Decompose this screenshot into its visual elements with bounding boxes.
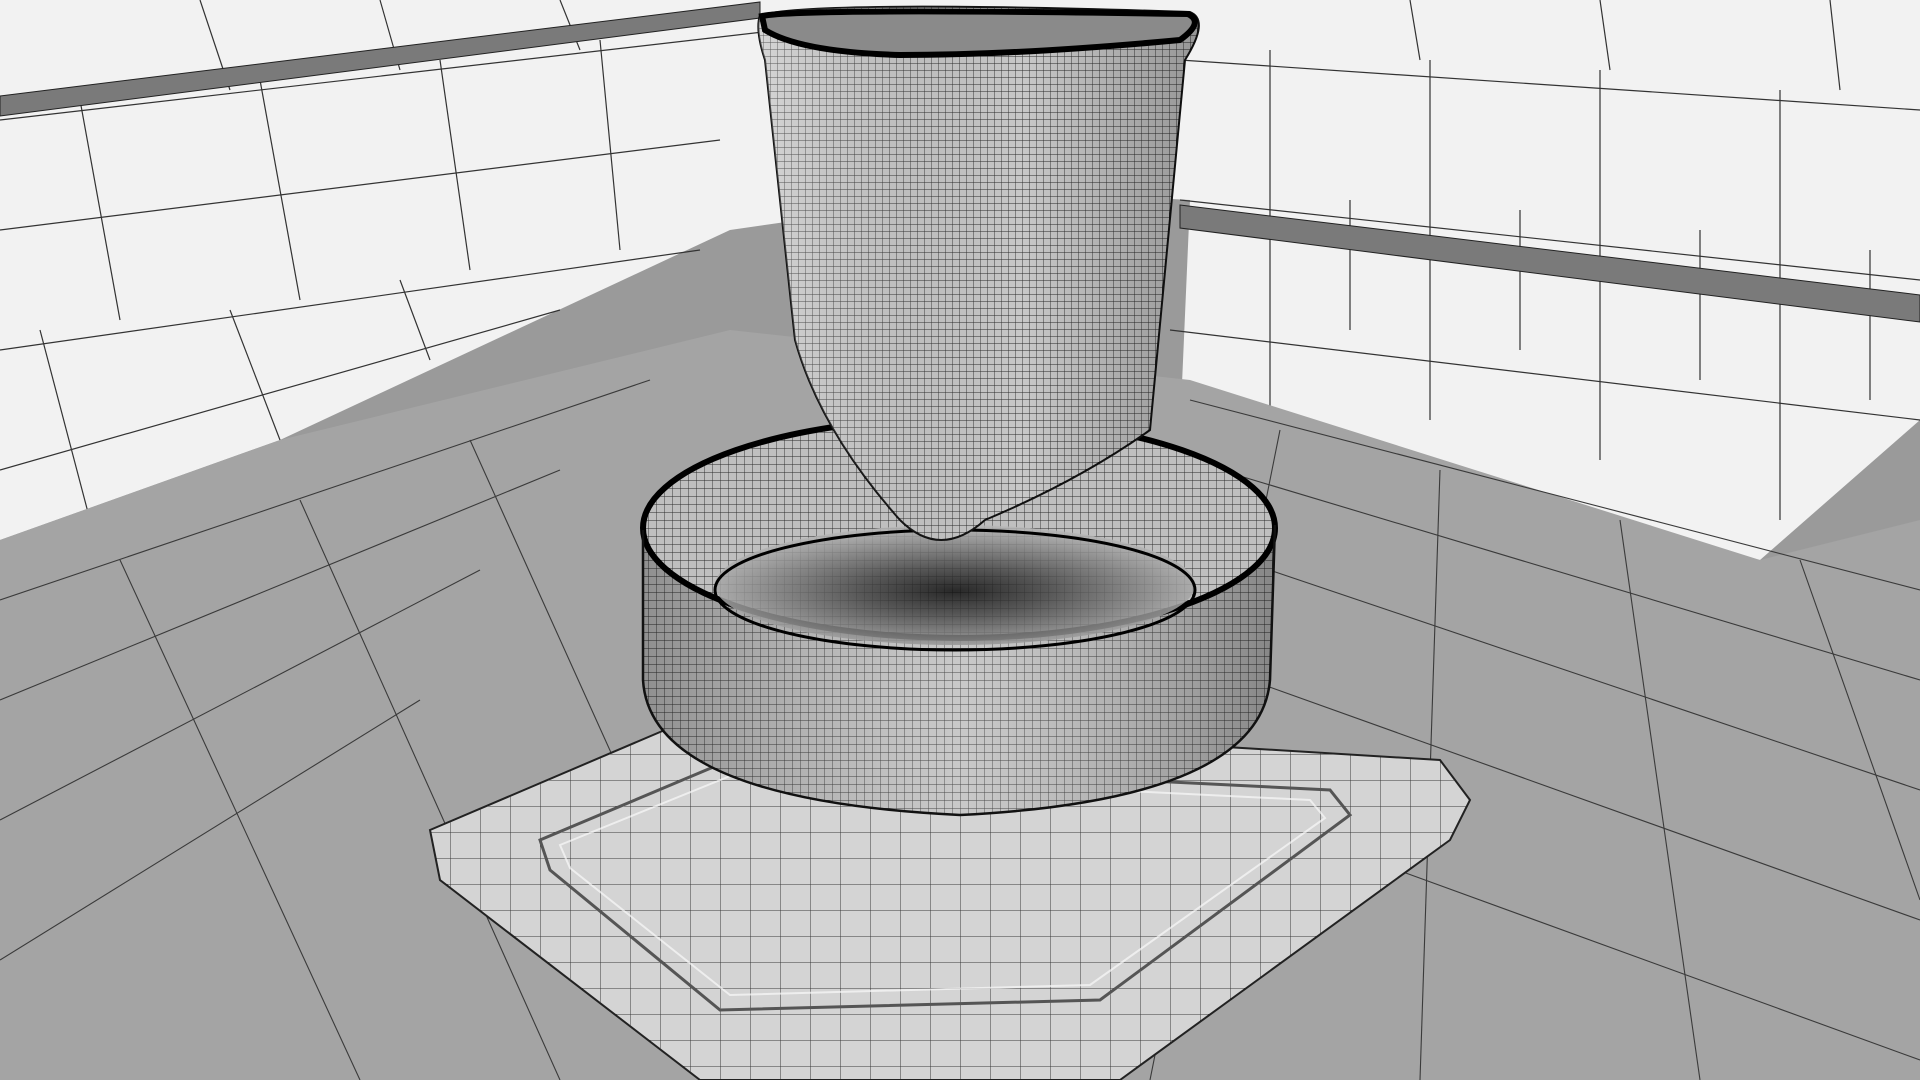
render-viewport xyxy=(0,0,1920,1080)
